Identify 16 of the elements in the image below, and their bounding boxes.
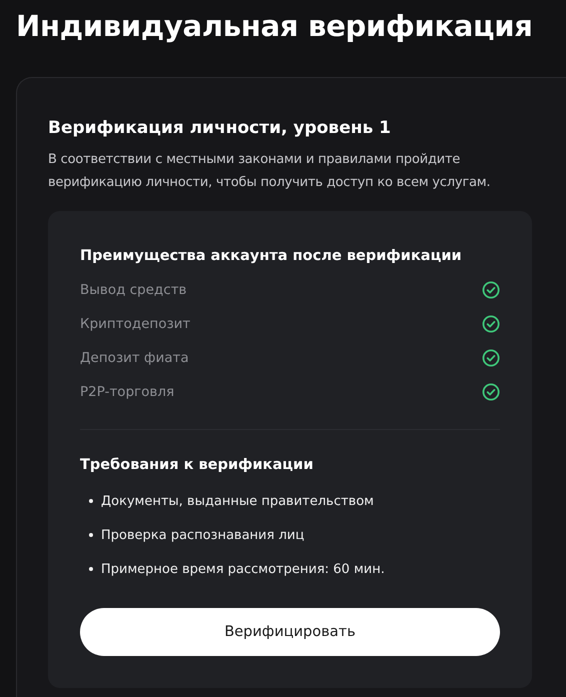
requirement-text: Документы, выданные правительством xyxy=(101,494,374,508)
benefit-label: Депозит фиата xyxy=(80,350,189,366)
requirement-text: Проверка распознавания лиц xyxy=(101,528,304,542)
benefits-title: Преимущества аккаунта после верификации xyxy=(80,247,463,266)
benefit-label: P2P-торговля xyxy=(80,384,174,400)
bullet-icon xyxy=(89,533,93,537)
verify-button[interactable]: Верифицировать xyxy=(80,608,500,656)
benefit-label: Криптодепозит xyxy=(80,316,190,332)
bullet-icon xyxy=(89,567,93,571)
bullet-icon xyxy=(89,499,93,503)
card-description: В соответствии с местными законами и правилами пройдите верификацию личности, чтобы получить доступ ко всем услугам. xyxy=(48,151,492,192)
page-title: Индивидуальная верификация xyxy=(15,8,534,45)
card-title: Верификация личности, уровень 1 xyxy=(48,117,392,140)
requirement-text: Примерное время рассмотрения: 60 мин. xyxy=(101,562,385,576)
benefit-label: Вывод средств xyxy=(80,282,187,298)
requirements-title: Требования к верификации xyxy=(80,456,314,475)
